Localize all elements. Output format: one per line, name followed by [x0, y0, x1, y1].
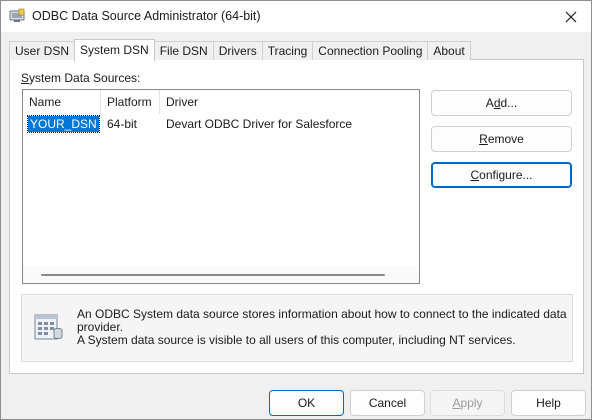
info-box: An ODBC System data source stores inform…: [21, 294, 573, 362]
column-header-platform[interactable]: Platform: [101, 90, 160, 114]
info-text: An ODBC System data source stores inform…: [77, 308, 567, 347]
tab-connection-pooling[interactable]: Connection Pooling: [312, 41, 429, 60]
tab-file-dsn[interactable]: File DSN: [153, 41, 214, 60]
title-bar: ODBC Data Source Administrator (64-bit): [1, 1, 591, 32]
info-line-2: A System data source is visible to all u…: [77, 333, 516, 347]
configure-button[interactable]: Configure...: [431, 162, 572, 188]
list-header: Name Platform Driver: [23, 90, 419, 114]
cancel-button[interactable]: Cancel: [350, 390, 425, 416]
tab-tracing[interactable]: Tracing: [261, 41, 314, 60]
window-title: ODBC Data Source Administrator (64-bit): [32, 9, 261, 23]
ok-button[interactable]: OK: [269, 390, 344, 416]
dsn-platform-cell: 64-bit: [107, 117, 138, 131]
system-data-sources-label: System Data Sources:: [21, 71, 141, 85]
info-line-1: An ODBC System data source stores inform…: [77, 307, 567, 334]
column-header-driver[interactable]: Driver: [160, 90, 419, 114]
data-source-icon: [34, 314, 63, 340]
close-button[interactable]: [551, 1, 591, 32]
apply-button[interactable]: Apply: [430, 390, 505, 416]
tab-drivers[interactable]: Drivers: [212, 41, 263, 60]
tab-strip: User DSN System DSN File DSN Drivers Tra…: [9, 39, 471, 61]
scrollbar-thumb[interactable]: [41, 274, 385, 276]
tab-about[interactable]: About: [427, 41, 471, 60]
add-button[interactable]: Add...: [431, 90, 572, 116]
data-sources-list[interactable]: Name Platform Driver YOUR_DSN 64-bit Dev…: [22, 89, 420, 284]
dsn-driver-cell: Devart ODBC Driver for Salesforce: [166, 117, 353, 131]
close-icon: [565, 11, 577, 22]
odbc-app-icon: [9, 8, 25, 22]
tab-system-dsn[interactable]: System DSN: [74, 39, 155, 61]
list-item[interactable]: YOUR_DSN 64-bit Devart ODBC Driver for S…: [23, 115, 419, 133]
column-header-name[interactable]: Name: [23, 90, 101, 114]
remove-button[interactable]: Remove: [431, 126, 572, 152]
horizontal-scrollbar[interactable]: [23, 266, 419, 283]
tab-user-dsn[interactable]: User DSN: [9, 41, 76, 60]
odbc-dialog: ODBC Data Source Administrator (64-bit) …: [0, 0, 592, 420]
help-button[interactable]: Help: [511, 390, 586, 416]
dsn-name-cell[interactable]: YOUR_DSN: [27, 115, 100, 133]
